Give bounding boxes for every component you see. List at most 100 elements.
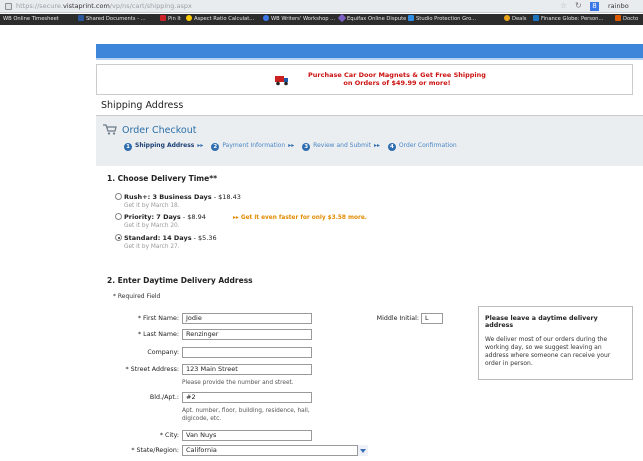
- option-name: Standard: 14 Days: [124, 234, 192, 242]
- bookmark-favicon-icon: [615, 15, 621, 21]
- step-number: 2: [211, 143, 220, 151]
- step-number: 4: [387, 143, 396, 151]
- bookmark-item[interactable]: Pin It: [160, 15, 181, 24]
- bookmark-item[interactable]: Shared Documents - ...: [78, 15, 146, 24]
- radio-standard[interactable]: [115, 234, 122, 241]
- bookmark-item[interactable]: Equifax Online Dispute: [337, 13, 407, 24]
- option-eta: Get it by March 18.: [124, 203, 180, 209]
- company-field[interactable]: [182, 347, 312, 358]
- double-arrow-icon: ▸▸: [197, 142, 204, 149]
- apartment-field[interactable]: #2: [182, 392, 312, 403]
- bookmark-label: WB Writers' Workshop ...: [271, 16, 336, 22]
- site-header-bar: [96, 44, 643, 58]
- middle-initial-field[interactable]: L: [421, 313, 443, 324]
- option-standard[interactable]: Standard: 14 Days - $5.36: [124, 234, 217, 242]
- step-payment-information: 2 Payment Information ▸▸: [211, 142, 294, 151]
- page-title: Shipping Address: [101, 100, 184, 111]
- upsell-text: Get it even faster for only $3.58 more.: [240, 215, 367, 221]
- state-select[interactable]: California: [182, 445, 368, 456]
- bookmark-item[interactable]: Finance Globe: Person...: [533, 15, 603, 24]
- option-rush[interactable]: Rush+: 3 Business Days - $18.43: [124, 193, 241, 201]
- option-price: - $8.94: [180, 213, 206, 221]
- option-priority[interactable]: Priority: 7 Days - $8.94: [124, 213, 206, 221]
- url-text[interactable]: https://secure.vistaprint.com/vp/ns/cart…: [16, 2, 192, 10]
- last-name-label: * Last Name:: [138, 331, 179, 338]
- bookmark-label: Docto: [623, 16, 639, 22]
- city-field[interactable]: Van Nuys: [182, 430, 312, 441]
- promo-line-1: Purchase Car Door Magnets & Get Free Shi…: [308, 71, 486, 79]
- step-number: 1: [124, 143, 132, 151]
- bookmark-item[interactable]: Aspect Ratio Calculat...: [186, 15, 254, 24]
- bookmark-label: Equifax Online Dispute: [347, 16, 407, 22]
- bookmark-label: Pin It: [168, 16, 181, 22]
- promo-text[interactable]: Purchase Car Door Magnets & Get Free Shi…: [297, 71, 497, 87]
- checkout-title: Order Checkout: [122, 125, 197, 136]
- bookmark-label: Finance Globe: Person...: [541, 16, 604, 22]
- bookmark-item[interactable]: Deals: [504, 15, 527, 24]
- url-domain: vistaprint.com: [62, 2, 110, 10]
- apartment-hint-line-2: digicode, etc.: [182, 415, 222, 422]
- street-hint: Please provide the number and street.: [182, 380, 294, 386]
- pin-icon: [186, 15, 192, 21]
- bookmark-label: WB Online Timesheet: [3, 16, 59, 22]
- reload-icon[interactable]: ↻: [575, 1, 582, 10]
- header-shadow: [96, 58, 643, 60]
- first-name-label: * First Name:: [137, 315, 179, 322]
- promo-line-2: on Orders of $49.99 or more!: [343, 79, 451, 87]
- promo-banner[interactable]: Purchase Car Door Magnets & Get Free Shi…: [96, 64, 633, 95]
- apartment-label: Bld./Apt.:: [149, 394, 179, 401]
- chevron-down-icon[interactable]: [357, 445, 368, 456]
- option-price: - $18.43: [211, 193, 241, 201]
- checkout-panel: [96, 116, 643, 166]
- shield-icon: [408, 15, 414, 21]
- option-price: - $5.36: [191, 234, 217, 242]
- address-section-title: 2. Enter Daytime Delivery Address: [107, 276, 253, 285]
- step-label: Shipping Address: [135, 142, 195, 149]
- pinterest-icon: [160, 15, 166, 21]
- apartment-hint: Apt. number, floor, building, residence,…: [182, 408, 310, 423]
- radio-rush[interactable]: [115, 193, 122, 200]
- last-name-field[interactable]: Renzinger: [182, 329, 312, 340]
- double-arrow-icon: ▸▸: [288, 142, 295, 149]
- bookmark-label: Aspect Ratio Calculat...: [194, 16, 255, 22]
- finance-icon: [533, 15, 539, 21]
- search-engine-icon: 8: [590, 2, 599, 11]
- url-prefix: https://secure.: [16, 2, 63, 10]
- option-eta: Get it by March 27.: [124, 244, 180, 250]
- bookmark-item[interactable]: Studio Protection Gro...: [408, 15, 476, 24]
- option-eta: Get it by March 20.: [124, 223, 180, 229]
- truck-icon: [275, 76, 288, 86]
- double-arrow-icon: ▸▸: [233, 215, 241, 221]
- first-name-field[interactable]: Jodie: [182, 313, 312, 324]
- double-arrow-icon: ▸▸: [373, 142, 380, 149]
- url-path: /vp/ns/cart/shipping.aspx: [109, 2, 192, 10]
- option-name: Priority: 7 Days: [124, 213, 181, 221]
- step-label: Payment Information: [222, 142, 286, 149]
- bookmark-item[interactable]: WB Online Timesheet: [3, 15, 59, 24]
- street-address-field[interactable]: 123 Main Street: [182, 364, 312, 375]
- upsell-link[interactable]: ▸▸ Get it even faster for only $3.58 mor…: [233, 215, 367, 221]
- middle-initial-label: Middle Initial:: [376, 315, 419, 322]
- step-review-and-submit: 3 Review and Submit ▸▸: [302, 142, 380, 151]
- search-box[interactable]: rainbo: [608, 2, 629, 10]
- deals-icon: [504, 15, 510, 21]
- state-label: * State/Region:: [131, 447, 179, 454]
- city-label: * City:: [159, 432, 179, 439]
- bookmarks-bar: WB Online Timesheet Shared Documents - .…: [0, 13, 643, 25]
- step-shipping-address: 1 Shipping Address ▸▸: [124, 142, 203, 151]
- star-icon[interactable]: ☆: [560, 1, 567, 10]
- globe-icon: [263, 15, 269, 21]
- folder-icon: [78, 15, 84, 21]
- bookmark-label: Shared Documents - ...: [86, 16, 146, 22]
- bookmark-label: Studio Protection Gro...: [416, 16, 477, 22]
- bookmark-item[interactable]: Docto: [615, 15, 638, 24]
- step-label: Review and Submit: [313, 142, 371, 149]
- step-order-confirmation: 4 Order Confirmation: [387, 142, 457, 151]
- delivery-section-title: 1. Choose Delivery Time**: [107, 174, 218, 183]
- cart-icon: [103, 124, 117, 135]
- radio-priority[interactable]: [115, 213, 122, 220]
- bookmark-label: Deals: [512, 16, 527, 22]
- option-name: Rush+: 3 Business Days: [124, 193, 212, 201]
- bookmark-item[interactable]: WB Writers' Workshop ...: [263, 15, 335, 24]
- browser-address-bar[interactable]: https://secure.vistaprint.com/vp/ns/cart…: [0, 0, 643, 13]
